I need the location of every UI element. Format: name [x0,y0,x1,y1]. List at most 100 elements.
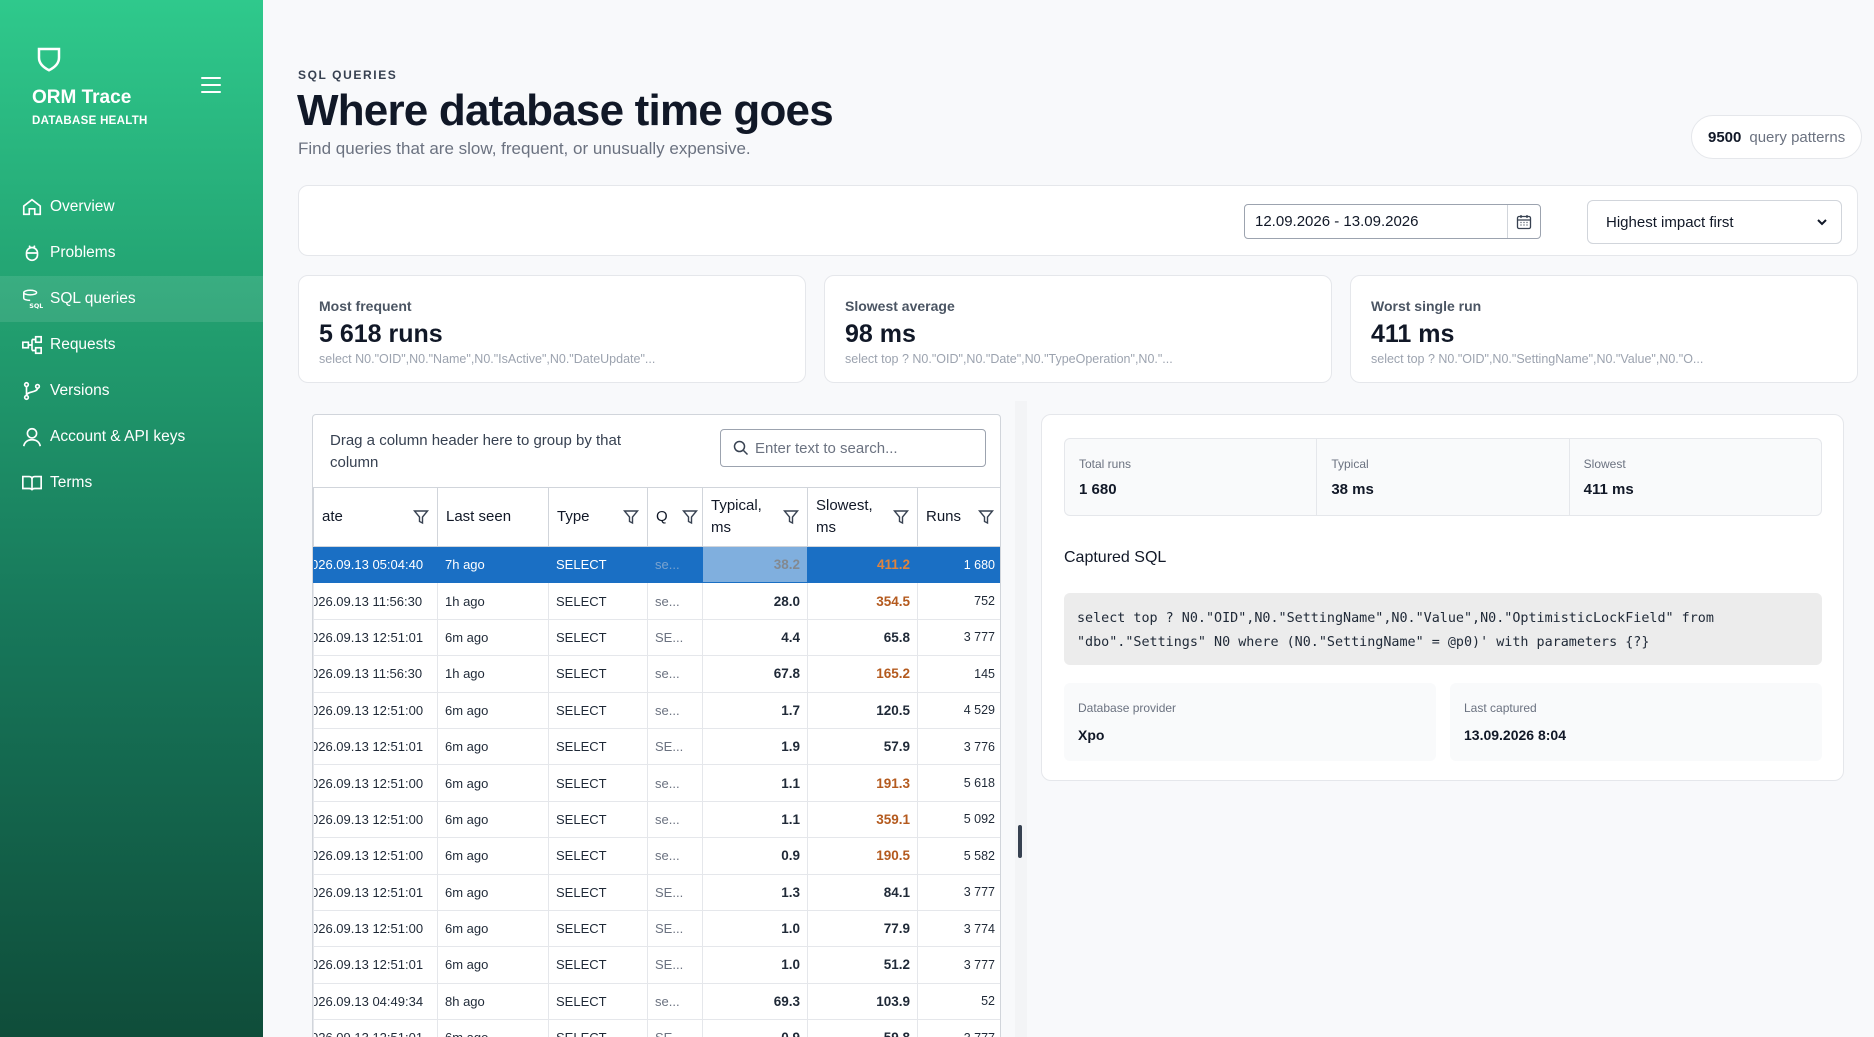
table-row[interactable]: 026.09.13 12:51:01 6m ago SELECT SE... 1.3 84… [313,873,1000,911]
cell-date: 026.09.13 11:56:30 [313,655,438,693]
cell-typical: 1.7 [702,691,808,729]
cell-last-seen: 6m ago [437,873,549,911]
grid-search-input[interactable]: Enter text to search... [720,429,986,467]
cell-last-seen: 1h ago [437,582,549,620]
table-row[interactable]: 026.09.13 12:51:01 6m ago SELECT SE... 1.9 57… [313,727,1000,766]
table-row[interactable]: 026.09.13 11:56:30 1h ago SELECT se... 67.8 1… [313,655,1000,693]
table-row[interactable]: 026.09.13 12:51:01 6m ago SELECT SE... 4.4 65… [313,618,1000,657]
cell-query: SE... [647,1019,703,1037]
panel-splitter[interactable] [1015,401,1027,1037]
cell-typical: 1.0 [702,946,808,984]
query-detail-panel: Total runs 1 680 Typical 38 ms Slowest 4… [1041,414,1844,781]
cell-date: 026.09.13 05:04:40 [313,545,438,584]
table-row[interactable]: 026.09.13 12:51:01 6m ago SELECT SE... 1.0 51… [313,946,1000,984]
splitter-handle[interactable] [1018,825,1022,858]
cell-runs: 5 618 [917,764,1000,802]
filter-icon[interactable] [623,509,639,525]
stat-query: select top ? N0."OID",N0."Date",N0."Type… [845,352,1173,366]
column-header-query[interactable]: Q [647,487,703,547]
cell-date: 026.09.13 11:56:30 [313,582,438,620]
group-panel-hint[interactable]: Drag a column header here to group by th… [330,430,630,474]
cell-typical: 1.9 [702,727,808,766]
stat-value: 98 ms [845,320,916,348]
cell-last-seen: 1h ago [437,655,549,693]
sql-icon: SQL [23,289,43,310]
cell-date: 026.09.13 12:51:00 [313,909,438,948]
cell-query: se... [647,655,703,693]
sidebar-item-terms[interactable]: Terms [0,460,263,506]
column-header-last-seen[interactable]: Last seen [437,487,549,547]
sidebar-item-overview[interactable]: Overview [0,184,263,230]
cell-slowest: 120.5 [807,691,918,729]
cell-type: SELECT [548,545,648,584]
cell-date: 026.09.13 04:49:34 [313,982,438,1021]
branch-icon [23,381,41,401]
date-range-input[interactable]: 12.09.2026 - 13.09.2026 [1244,204,1541,239]
cell-runs: 3 777 [917,1019,1000,1037]
cell-date: 026.09.13 12:51:01 [313,727,438,766]
cell-type: SELECT [548,837,648,875]
sidebar-nav: Overview Problems SQL SQL queries Reques… [0,184,263,506]
column-header-type[interactable]: Type [548,487,648,547]
cell-runs: 3 776 [917,727,1000,766]
table-row[interactable]: 026.09.13 12:51:00 6m ago SELECT SE... 1.0 77… [313,909,1000,948]
cell-type: SELECT [548,691,648,729]
column-header-runs[interactable]: Runs [917,487,1000,547]
filter-icon[interactable] [783,509,799,525]
filter-icon[interactable] [682,509,698,525]
column-header-typical[interactable]: Typical, ms [702,487,808,547]
grid-table-wrap: ate Last seen Type Q Typical, ms Slowest… [313,487,1000,1037]
sidebar-item-sql-queries[interactable]: SQL SQL queries [0,276,263,322]
stat-value: 5 618 runs [319,320,443,348]
sort-select-value: Highest impact first [1606,213,1734,231]
search-placeholder: Enter text to search... [755,439,898,457]
pattern-count-label: query patterns [1749,128,1846,146]
table-row[interactable]: 026.09.13 04:49:34 8h ago SELECT se... 69.3 1… [313,982,1000,1021]
cell-query: SE... [647,946,703,984]
table-row[interactable]: 026.09.13 12:51:016m agoSELECTSE...0.959… [313,1019,1000,1037]
column-header-slowest[interactable]: Slowest, ms [807,487,918,547]
table-row[interactable]: 026.09.13 12:51:00 6m ago SELECT se... 1.7 12… [313,691,1000,729]
filter-icon[interactable] [978,509,994,525]
sidebar-item-account[interactable]: Account & API keys [0,414,263,460]
cell-query: se... [647,800,703,839]
menu-toggle-button[interactable] [201,77,221,93]
cell-last-seen: 6m ago [437,764,549,802]
table-row[interactable]: 026.09.13 05:04:40 7h ago SELECT se... 38.2 4… [313,545,1000,584]
cell-type: SELECT [548,1019,648,1037]
filter-icon[interactable] [893,509,909,525]
column-header-date[interactable]: ate [313,487,438,547]
chevron-down-icon [1817,219,1827,226]
filter-icon[interactable] [413,509,429,525]
sidebar-item-label: Versions [50,382,110,399]
cell-slowest: 84.1 [807,873,918,911]
cell-runs: 5 092 [917,800,1000,839]
table-row[interactable]: 026.09.13 12:51:00 6m ago SELECT se... 0.9 19… [313,837,1000,875]
cell-typical: 1.0 [702,909,808,948]
cell-typical: 4.4 [702,618,808,657]
cell-query: se... [647,837,703,875]
cell-typical: 1.1 [702,800,808,839]
database-provider: Database provider Xpo [1064,683,1436,761]
stat-query: select top ? N0."OID",N0."SettingName",N… [1371,352,1704,366]
table-row[interactable]: 026.09.13 12:51:00 6m ago SELECT se... 1.1 19… [313,764,1000,802]
captured-sql-title: Captured SQL [1064,549,1167,566]
sidebar-item-problems[interactable]: Problems [0,230,263,276]
sort-select[interactable]: Highest impact first [1587,200,1842,244]
sidebar-item-versions[interactable]: Versions [0,368,263,414]
table-row[interactable]: 026.09.13 12:51:00 6m ago SELECT se... 1.1 35… [313,800,1000,839]
stat-worst-single-run: Worst single run 411 ms select top ? N0.… [1350,275,1858,383]
sidebar-item-label: Overview [50,198,115,215]
date-range-value: 12.09.2026 - 13.09.2026 [1255,213,1419,230]
svg-text:SQL: SQL [29,302,43,310]
table-row[interactable]: 026.09.13 11:56:30 1h ago SELECT se... 28.0 3… [313,582,1000,620]
cell-runs: 145 [917,655,1000,693]
page-subtitle: Find queries that are slow, frequent, or… [298,139,751,158]
brand-title: ORM Trace [32,87,132,108]
cell-typical: 1.3 [702,873,808,911]
calendar-button[interactable] [1507,205,1540,238]
captured-sql-text[interactable]: select top ? N0."OID",N0."SettingName",N… [1064,593,1822,665]
page-title: Where database time goes [297,86,834,135]
sidebar-item-requests[interactable]: Requests [0,322,263,368]
cell-runs: 4 529 [917,691,1000,729]
